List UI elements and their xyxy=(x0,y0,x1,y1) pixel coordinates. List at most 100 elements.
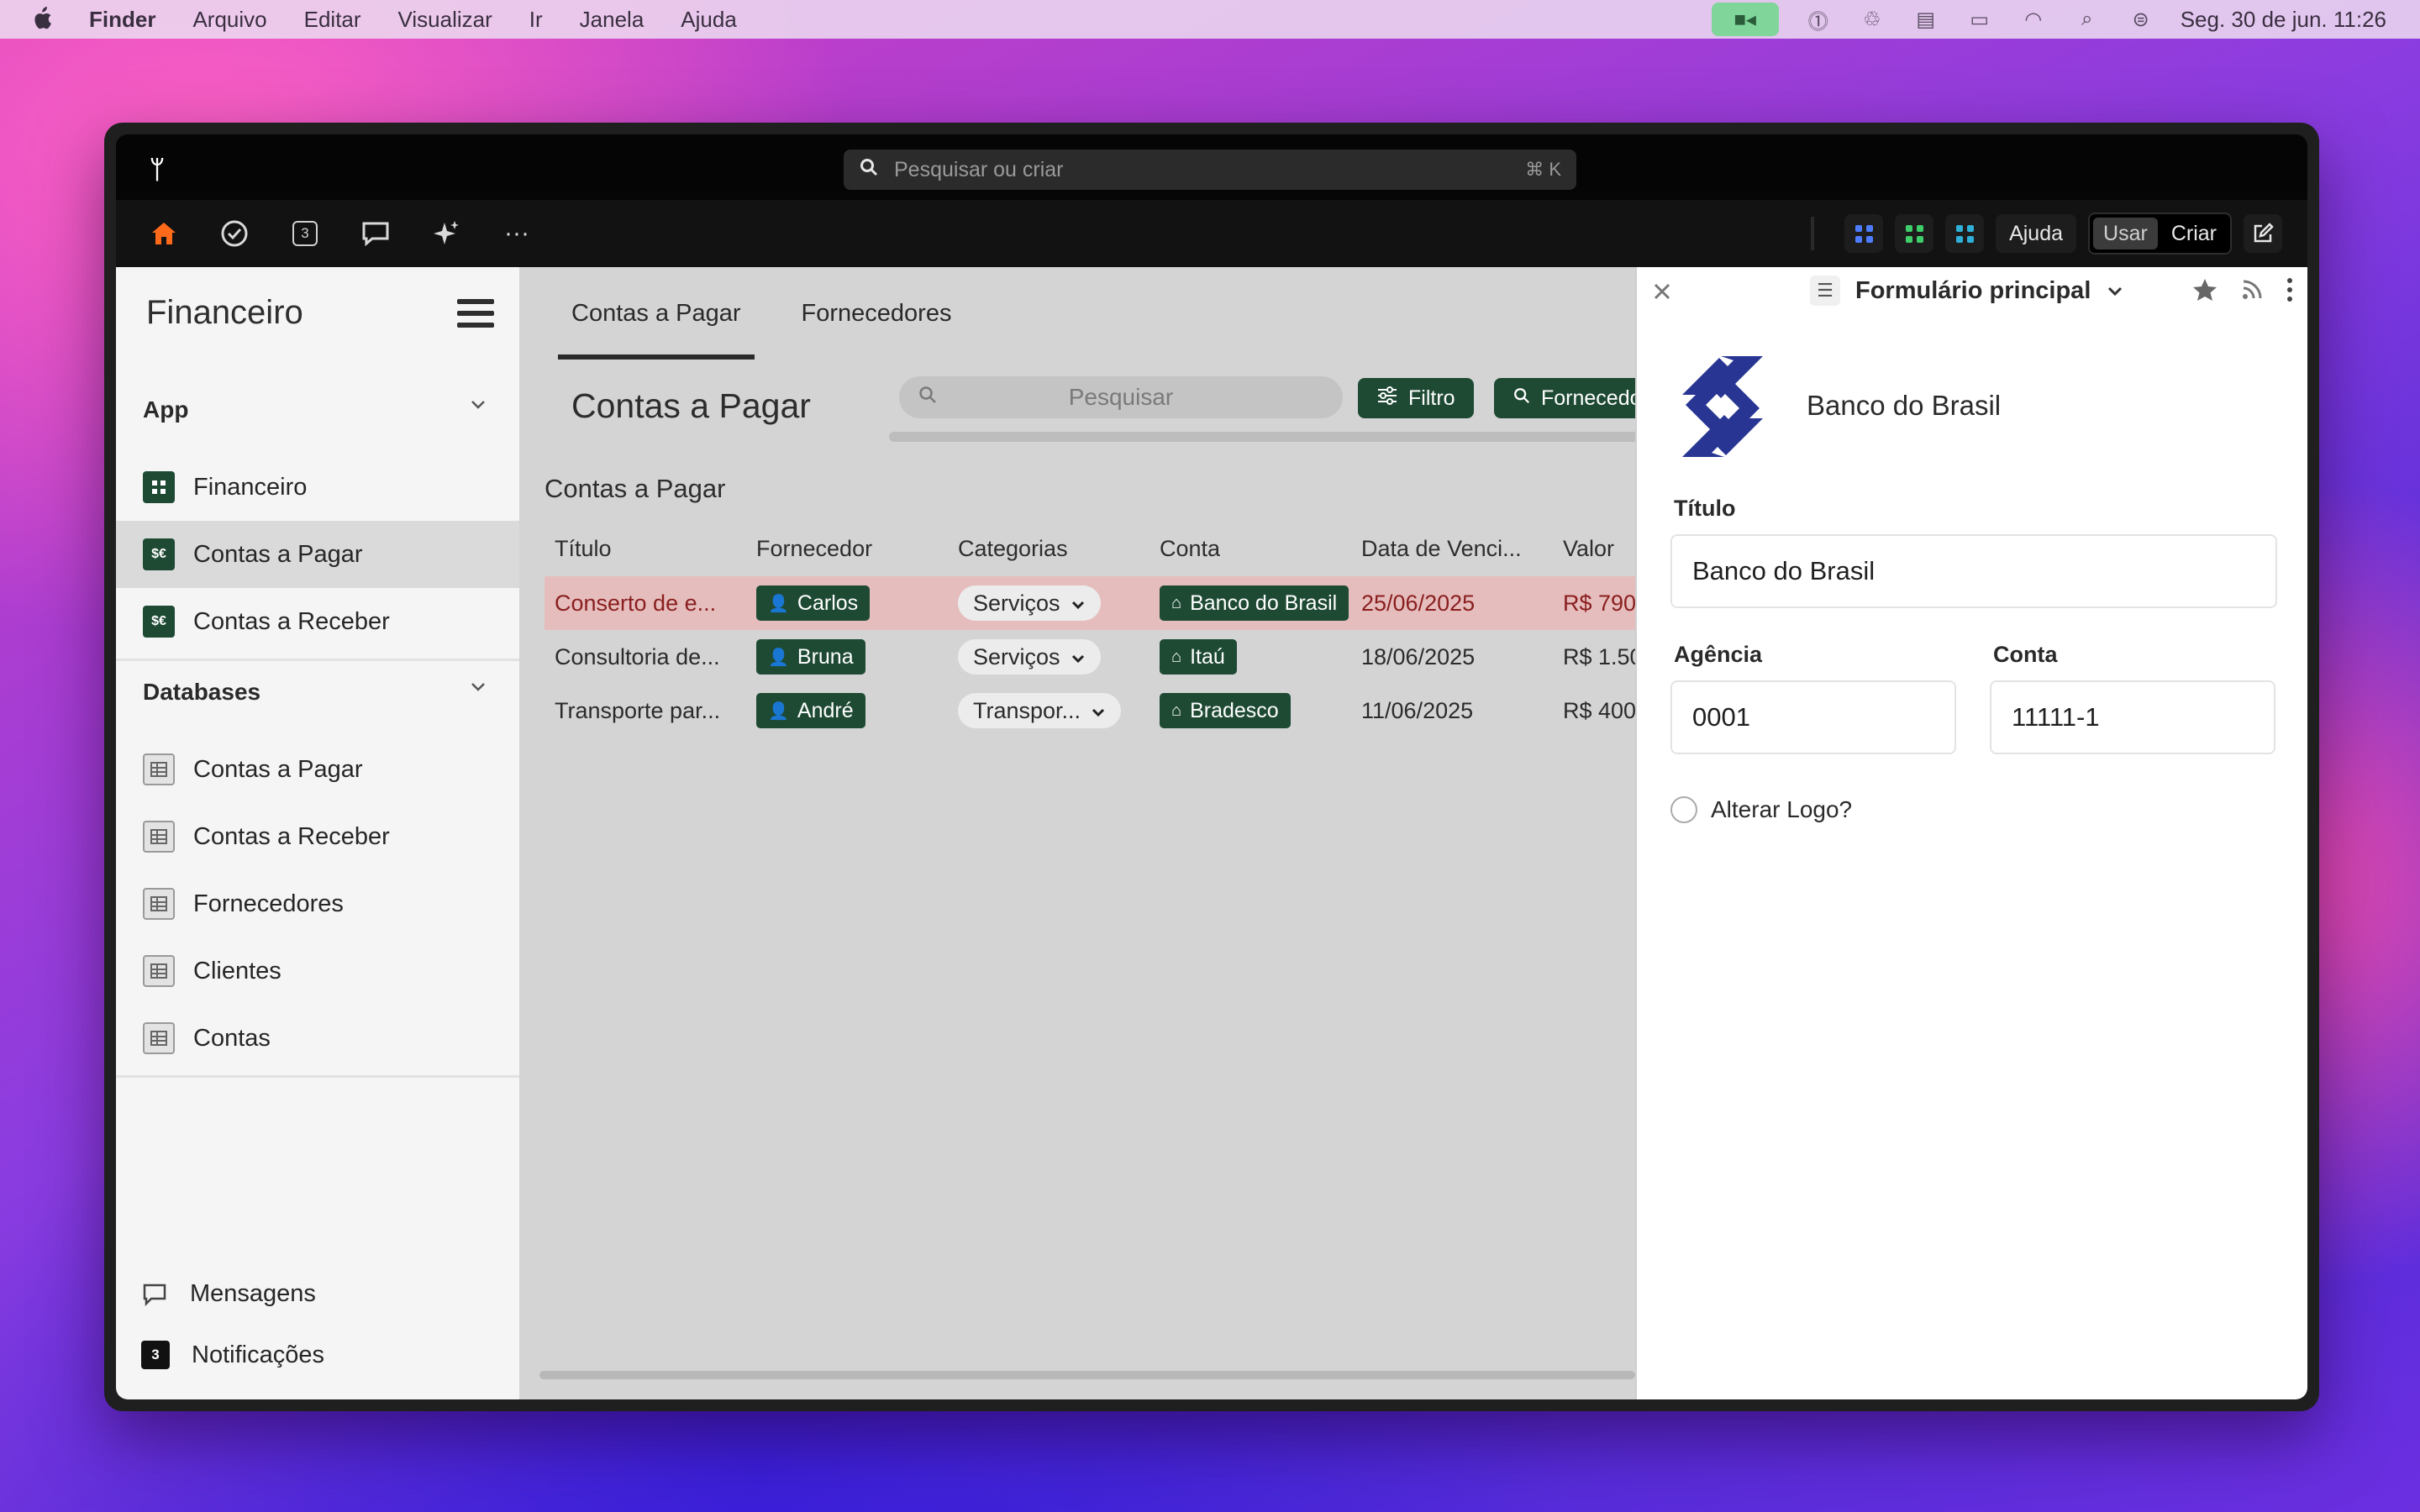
column-header-categorias[interactable]: Categorias xyxy=(958,536,1068,562)
battery-icon[interactable]: ▭ xyxy=(1965,7,1994,32)
supplier-chip[interactable]: 👤 Carlos xyxy=(756,585,871,621)
column-header-fornecedor[interactable]: Fornecedor xyxy=(756,536,872,562)
table-row[interactable]: Conserto de e... 👤 Carlos Serviços ⌂ Banco… xyxy=(544,576,1635,630)
cell-fornecedor: 👤 André xyxy=(756,684,865,738)
horizontal-scrollbar[interactable] xyxy=(539,1371,1635,1379)
titulo-input[interactable]: Banco do Brasil xyxy=(1670,534,2277,608)
tasks-check-icon[interactable] xyxy=(217,216,252,251)
person-icon: 👤 xyxy=(768,701,789,721)
table-search-input[interactable]: Pesquisar xyxy=(899,376,1343,418)
table-icon xyxy=(143,955,175,987)
star-icon[interactable] xyxy=(2191,277,2218,309)
agencia-label: Agência xyxy=(1674,642,1763,667)
app-toolbar: 3 ··· Ajuda Usar Criar xyxy=(116,200,2307,267)
chevron-down-icon[interactable] xyxy=(469,395,487,413)
column-header-conta[interactable]: Conta xyxy=(1160,536,1220,562)
column-header-data-vencimento[interactable]: Data de Venci... xyxy=(1361,536,1522,562)
sidebar: Financeiro App Financeiro $€ Contas a Pa… xyxy=(116,267,519,1399)
table-icon xyxy=(143,753,175,785)
sidebar-db-contas[interactable]: Contas xyxy=(116,1005,519,1072)
one-password-icon[interactable]: ⓵ xyxy=(1804,7,1833,34)
agencia-input[interactable]: 0001 xyxy=(1670,680,1956,754)
category-dropdown[interactable]: Transpor... xyxy=(958,693,1122,728)
sidebar-divider xyxy=(116,1075,519,1078)
category-label: Serviços xyxy=(973,590,1060,616)
sidebar-db-contas-a-receber[interactable]: Contas a Receber xyxy=(116,803,519,870)
hamburger-menu-icon[interactable] xyxy=(457,299,494,328)
supplier-search-button[interactable]: Fornecedor xyxy=(1494,378,1635,418)
sidebar-db-clientes[interactable]: Clientes xyxy=(116,937,519,1005)
home-icon[interactable] xyxy=(146,216,182,251)
edit-icon[interactable] xyxy=(2244,214,2282,253)
menu-editar[interactable]: Editar xyxy=(304,7,361,33)
app-switch-blue-icon[interactable] xyxy=(1844,214,1884,253)
column-header-valor[interactable]: Valor xyxy=(1563,536,1614,562)
sparkle-ai-icon[interactable] xyxy=(429,216,464,251)
teams-icon[interactable]: ♲ xyxy=(1858,7,1886,32)
menu-visualizar[interactable]: Visualizar xyxy=(398,7,492,33)
video-camera-icon[interactable]: ■◂ xyxy=(1711,3,1779,36)
sidebar-item-label: Fornecedores xyxy=(193,890,344,917)
account-chip[interactable]: ⌂ Bradesco xyxy=(1160,693,1291,728)
menu-app-finder[interactable]: Finder xyxy=(89,7,155,33)
radio-circle xyxy=(1670,796,1697,823)
global-search-bar[interactable]: Pesquisar ou criar ⌘ K xyxy=(844,150,1576,190)
tab-fornecedores[interactable]: Fornecedores xyxy=(788,267,965,360)
table-icon xyxy=(143,888,175,920)
rss-feed-icon[interactable] xyxy=(2240,277,2264,309)
tab-contas-a-pagar[interactable]: Contas a Pagar xyxy=(558,267,755,360)
chevron-down-icon xyxy=(1071,644,1086,670)
app-switch-green-icon[interactable] xyxy=(1895,214,1934,253)
supplier-search-label: Fornecedor xyxy=(1541,386,1635,410)
table-row[interactable]: Transporte par... 👤 André Transpor... ⌂ Br… xyxy=(544,684,1635,738)
menu-ajuda[interactable]: Ajuda xyxy=(681,7,737,33)
form-selector[interactable]: ☰ Formulário principal xyxy=(1810,276,2124,306)
cell-titulo: Conserto de e... xyxy=(555,590,717,616)
more-vertical-icon[interactable] xyxy=(2286,277,2294,309)
chevron-down-icon xyxy=(2106,277,2124,305)
mode-create-button[interactable]: Criar xyxy=(2161,218,2227,249)
menu-janela[interactable]: Janela xyxy=(580,7,644,33)
app-logo[interactable]: ᛘ xyxy=(150,156,165,185)
sidebar-db-fornecedores[interactable]: Fornecedores xyxy=(116,870,519,937)
chat-icon[interactable] xyxy=(358,216,393,251)
account-chip[interactable]: ⌂ Itaú xyxy=(1160,639,1237,675)
table-row[interactable]: Consultoria de... 👤 Bruna Serviços ⌂ Itaú … xyxy=(544,630,1635,684)
close-icon[interactable] xyxy=(1650,276,1674,311)
category-dropdown[interactable]: Serviços xyxy=(958,585,1101,621)
notifications-count-icon[interactable]: 3 xyxy=(287,216,323,251)
menu-ir[interactable]: Ir xyxy=(529,7,543,33)
supplier-chip[interactable]: 👤 André xyxy=(756,693,865,728)
conta-input[interactable]: 11111-1 xyxy=(1990,680,2275,754)
menu-arquivo[interactable]: Arquivo xyxy=(192,7,266,33)
sidebar-item-contas-a-receber[interactable]: $€ Contas a Receber xyxy=(116,588,519,655)
menubar-clock[interactable]: Seg. 30 de jun. 11:26 xyxy=(2181,7,2386,33)
sidebar-item-contas-a-pagar[interactable]: $€ Contas a Pagar xyxy=(116,521,519,588)
sidebar-item-financeiro[interactable]: Financeiro xyxy=(116,454,519,521)
sidebar-notifications[interactable]: 3 Notificações xyxy=(141,1341,324,1369)
search-icon xyxy=(1512,386,1531,411)
search-shortcut: ⌘ K xyxy=(1525,159,1561,180)
more-icon[interactable]: ··· xyxy=(499,216,534,251)
apple-menu-icon[interactable] xyxy=(32,7,52,32)
filter-button[interactable]: Filtro xyxy=(1358,378,1474,418)
sidebar-db-contas-a-pagar[interactable]: Contas a Pagar xyxy=(116,736,519,803)
banco-do-brasil-logo xyxy=(1682,356,1763,457)
macos-menubar: Finder Arquivo Editar Visualizar Ir Jane… xyxy=(0,0,2420,39)
window-icon[interactable]: ▤ xyxy=(1912,7,1940,32)
supplier-chip[interactable]: 👤 Bruna xyxy=(756,639,865,675)
alterar-logo-checkbox[interactable]: Alterar Logo? xyxy=(1670,796,1852,823)
column-header-titulo[interactable]: Título xyxy=(555,536,612,562)
chevron-down-icon[interactable] xyxy=(469,677,487,696)
app-switch-teal-icon[interactable] xyxy=(1945,214,1985,253)
control-center-icon[interactable]: ⊜ xyxy=(2127,7,2155,32)
mode-use-button[interactable]: Usar xyxy=(2093,218,2158,249)
sidebar-messages[interactable]: Mensagens xyxy=(141,1280,316,1308)
tab-bar: Contas a Pagar Fornecedores xyxy=(558,267,965,360)
search-icon[interactable]: ⌕ xyxy=(2073,7,2102,32)
category-dropdown[interactable]: Serviços xyxy=(958,639,1101,675)
wifi-icon[interactable]: ◠ xyxy=(2019,7,2048,32)
help-button[interactable]: Ajuda xyxy=(1996,214,2077,253)
supplier-chip-label: Carlos xyxy=(797,591,859,615)
account-chip[interactable]: ⌂ Banco do Brasil xyxy=(1160,585,1349,621)
